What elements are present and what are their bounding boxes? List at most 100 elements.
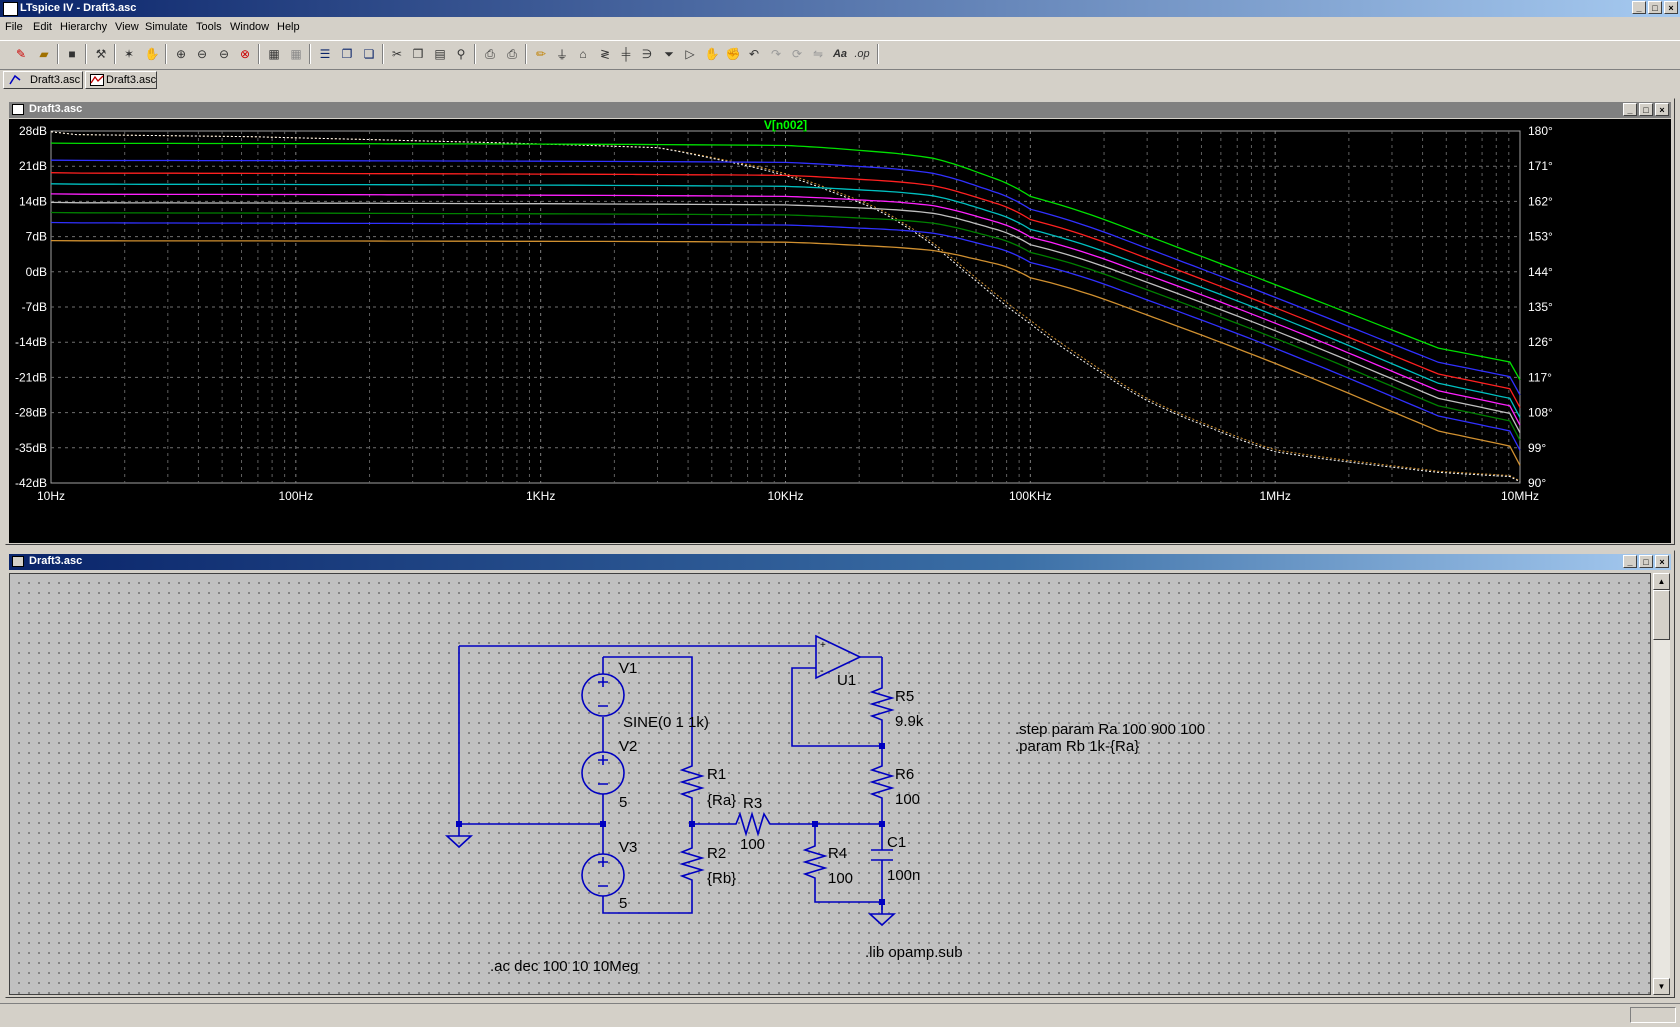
plot-maximize-button[interactable]: □ [1639, 103, 1653, 116]
r4-value: 100 [828, 870, 853, 887]
paste-icon[interactable]: ▤ [431, 45, 449, 63]
r4-ref: R4 [828, 845, 847, 862]
plot-minimize-button[interactable]: _ [1623, 103, 1637, 116]
undo-icon[interactable]: ↶ [745, 45, 763, 63]
plot-window-titlebar: Draft3.asc _ □ × [9, 102, 1671, 118]
new-schematic-icon[interactable]: ✎ [12, 45, 30, 63]
ground-symbol[interactable] [444, 835, 474, 849]
menu-hierarchy[interactable]: Hierarchy [60, 21, 107, 33]
x-tick-label: 10MHz [1501, 489, 1539, 503]
bode-plot[interactable]: 28dB 21dB 14dB 7dB 0dB -7dB -14dB -21dB -28dB -35… [9, 118, 1671, 543]
menu-file[interactable]: File [5, 21, 23, 33]
tab-schematic[interactable]: Draft3.asc [3, 71, 83, 89]
v3-ref: V3 [619, 839, 637, 856]
schematic-minimize-button[interactable]: _ [1623, 555, 1637, 568]
resistor-r3[interactable] [732, 811, 774, 837]
rotate-icon[interactable]: ⟳ [788, 45, 806, 63]
capacitor-c1[interactable] [871, 849, 893, 861]
control-panel-icon[interactable]: ⚒ [92, 45, 110, 63]
wire[interactable] [602, 884, 693, 914]
resistor-icon[interactable]: ≷ [596, 45, 614, 63]
resistor-r2[interactable] [679, 844, 705, 884]
resistor-r5[interactable] [869, 684, 895, 724]
grid-icon[interactable]: ▦ [287, 45, 305, 63]
v2-ref: V2 [619, 738, 637, 755]
run-icon[interactable]: ✶ [120, 45, 138, 63]
text-icon[interactable]: Aa [831, 45, 849, 63]
minimize-button[interactable]: _ [1632, 1, 1646, 14]
param-directive[interactable]: .param Rb 1k-{Ra} [1015, 738, 1139, 755]
schematic-canvas[interactable]: + - V1 SINE(0 1 1k) V2 5 V3 5 R1 {Ra} R2… [9, 573, 1651, 995]
y2-tick-label: 108° [1528, 406, 1553, 420]
ground-icon[interactable]: ⏚ [553, 45, 571, 63]
capacitor-icon[interactable]: ╪ [617, 45, 635, 63]
menu-bar: File Edit Hierarchy View Simulate Tools … [0, 18, 1680, 38]
tab-label: Draft3.asc [30, 74, 81, 86]
print-icon[interactable]: ⎙ [503, 45, 521, 63]
y2-tick-label: 117° [1528, 370, 1552, 384]
open-icon[interactable]: ▰ [35, 45, 53, 63]
find-icon[interactable]: ⚲ [452, 45, 470, 63]
close-button[interactable]: × [1664, 1, 1678, 14]
r2-ref: R2 [707, 845, 726, 862]
zoom-out-icon[interactable]: ⊖ [193, 45, 211, 63]
zoom-in-icon[interactable]: ⊕ [172, 45, 190, 63]
c1-value: 100n [887, 867, 920, 884]
menu-view[interactable]: View [115, 21, 139, 33]
x-tick-label: 10KHz [767, 489, 803, 503]
tab-waveform[interactable]: Draft3.asc [85, 71, 157, 89]
zoom-cancel-icon[interactable]: ⊗ [236, 45, 254, 63]
menu-tools[interactable]: Tools [196, 21, 222, 33]
y-tick-label: 21dB [19, 159, 47, 173]
label-net-icon[interactable]: ⌂ [574, 45, 592, 63]
app-icon [3, 2, 18, 16]
menu-help[interactable]: Help [277, 21, 300, 33]
redo-icon[interactable]: ↷ [767, 45, 785, 63]
move-icon[interactable]: ✋ [703, 45, 721, 63]
copy-icon[interactable]: ❒ [409, 45, 427, 63]
resistor-r6[interactable] [869, 762, 895, 804]
autorange-icon[interactable]: ▦ [265, 45, 283, 63]
circuit-drawing[interactable]: + - V1 SINE(0 1 1k) V2 5 V3 5 R1 {Ra} R2… [10, 574, 1650, 994]
scroll-thumb[interactable] [1653, 590, 1670, 640]
ground-symbol[interactable] [867, 913, 897, 927]
cut-icon[interactable]: ✂ [388, 45, 406, 63]
plot-pane[interactable]: 28dB 21dB 14dB 7dB 0dB -7dB -14dB -21dB -28dB -35… [9, 118, 1671, 543]
close-all-icon[interactable]: ❏ [360, 45, 378, 63]
menu-edit[interactable]: Edit [33, 21, 52, 33]
step-directive[interactable]: .step param Ra 100 900 100 [1015, 721, 1205, 738]
plot-close-button[interactable]: × [1655, 103, 1669, 116]
resistor-r1[interactable] [679, 762, 705, 804]
maximize-button[interactable]: □ [1648, 1, 1662, 14]
schematic-close-button[interactable]: × [1655, 555, 1669, 568]
lib-directive[interactable]: .lib opamp.sub [865, 944, 963, 961]
menu-window[interactable]: Window [230, 21, 269, 33]
v1-value: SINE(0 1 1k) [623, 714, 709, 731]
wire-icon[interactable]: ✏ [532, 45, 550, 63]
cascade-icon[interactable]: ❐ [338, 45, 356, 63]
ac-directive[interactable]: .ac dec 100 10 10Meg [490, 958, 638, 975]
component-icon[interactable]: ▷ [681, 45, 699, 63]
wire[interactable] [603, 656, 693, 762]
save-icon[interactable]: ■ [63, 45, 81, 63]
scroll-up-button[interactable]: ▲ [1653, 573, 1670, 590]
drag-icon[interactable]: ✊ [724, 45, 742, 63]
c1-ref: C1 [887, 834, 906, 851]
y-tick-label: 28dB [19, 124, 47, 138]
resistor-r4[interactable] [802, 842, 828, 884]
halt-icon[interactable]: ✋ [143, 45, 161, 63]
menu-simulate[interactable]: Simulate [145, 21, 188, 33]
x-tick-label: 100Hz [278, 489, 313, 503]
print-setup-icon[interactable]: ⎙ [481, 45, 499, 63]
r2-value: {Rb} [707, 870, 736, 887]
schematic-vertical-scrollbar[interactable]: ▲ ▼ [1653, 573, 1670, 995]
diode-icon[interactable]: ⏷ [660, 45, 678, 63]
y2-tick-label: 135° [1528, 300, 1553, 314]
mirror-icon[interactable]: ⇋ [809, 45, 827, 63]
inductor-icon[interactable]: ∋ [638, 45, 656, 63]
zoom-out-icon[interactable]: ⊖ [215, 45, 233, 63]
scroll-down-button[interactable]: ▼ [1653, 978, 1670, 995]
spice-directive-icon[interactable]: .op [853, 45, 871, 63]
schematic-maximize-button[interactable]: □ [1639, 555, 1653, 568]
tile-horizontal-icon[interactable]: ☰ [316, 45, 334, 63]
